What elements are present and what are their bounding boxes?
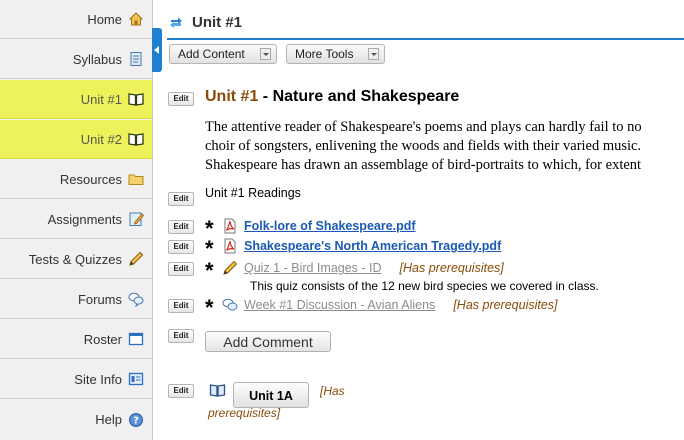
sidebar-item-label: Resources bbox=[59, 171, 122, 187]
sidebar-item-tests-quizzes[interactable]: Tests & Quizzes bbox=[0, 240, 152, 279]
unit-description: The attentive reader of Shakespeare's po… bbox=[205, 118, 684, 175]
chevron-down-icon bbox=[260, 48, 271, 60]
sidebar-item-label: Unit #1 bbox=[80, 91, 122, 107]
add-content-label: Add Content bbox=[178, 47, 245, 61]
sidebar-item-site-info[interactable]: Site Info bbox=[0, 360, 152, 399]
edit-item-button[interactable]: Edit bbox=[168, 262, 194, 276]
more-tools-label: More Tools bbox=[295, 47, 354, 61]
sidebar-item-help[interactable]: Help ? bbox=[0, 400, 152, 439]
list-item: * Week #1 Discussion - Avian Aliens [Has… bbox=[205, 295, 558, 320]
reorder-arrows-icon[interactable] bbox=[169, 15, 183, 29]
book-icon bbox=[209, 382, 226, 398]
sidebar-item-roster[interactable]: Roster bbox=[0, 320, 152, 359]
sidebar-item-resources[interactable]: Resources bbox=[0, 160, 152, 199]
edit-item-button[interactable]: Edit bbox=[168, 220, 194, 234]
roster-icon bbox=[128, 331, 144, 347]
item-link[interactable]: Shakespeare's North American Tragedy.pdf bbox=[244, 239, 501, 253]
required-star: * bbox=[205, 236, 214, 261]
chat-bubbles-icon bbox=[128, 291, 144, 308]
sidebar-item-label: Home bbox=[87, 11, 122, 27]
quiz-description: This quiz consists of the 12 new bird sp… bbox=[250, 279, 599, 293]
edit-item-button[interactable]: Edit bbox=[168, 299, 194, 313]
prerequisite-note: prerequisites] bbox=[208, 406, 281, 420]
unit-name: Nature and Shakespeare bbox=[272, 88, 460, 105]
prerequisite-note: [Has prerequisites] bbox=[399, 261, 504, 275]
site-info-icon bbox=[128, 371, 144, 387]
edit-title-button[interactable]: Edit bbox=[168, 92, 194, 106]
collapse-sidebar-toggle[interactable] bbox=[152, 28, 162, 72]
chevron-down-icon bbox=[368, 48, 379, 60]
folder-icon bbox=[128, 171, 144, 187]
edit-comments-button[interactable]: Edit bbox=[168, 329, 194, 343]
sidebar-item-unit-2[interactable]: Unit #2 bbox=[0, 120, 152, 159]
sidebar-item-label: Site Info bbox=[74, 371, 122, 387]
readings-heading: Unit #1 Readings bbox=[205, 186, 301, 200]
home-icon bbox=[128, 11, 144, 27]
description-line: The attentive reader of Shakespeare's po… bbox=[205, 119, 642, 135]
sidebar-item-forums[interactable]: Forums bbox=[0, 280, 152, 319]
sidebar-item-syllabus[interactable]: Syllabus bbox=[0, 40, 152, 79]
page-title: Unit #1 bbox=[192, 14, 243, 31]
sidebar-item-assignments[interactable]: Assignments bbox=[0, 200, 152, 239]
sidebar-item-label: Unit #2 bbox=[80, 131, 122, 147]
edit-item-button[interactable]: Edit bbox=[168, 240, 194, 254]
assignment-icon bbox=[128, 211, 145, 227]
edit-subpage-button[interactable]: Edit bbox=[168, 384, 194, 398]
pdf-icon bbox=[222, 238, 238, 254]
item-link[interactable]: Quiz 1 - Bird Images - ID bbox=[244, 261, 382, 275]
sidebar-item-label: Help bbox=[95, 412, 122, 427]
sidebar-item-label: Tests & Quizzes bbox=[28, 251, 122, 267]
list-item: * Folk-lore of Shakespeare.pdf bbox=[205, 217, 416, 240]
sidebar-item-home[interactable]: Home bbox=[0, 0, 152, 39]
pdf-icon bbox=[222, 218, 238, 234]
add-content-button[interactable]: Add Content bbox=[169, 44, 277, 64]
prerequisite-note: [Has bbox=[320, 384, 345, 398]
sidebar-item-label: Forums bbox=[77, 291, 122, 307]
pencil-icon bbox=[222, 260, 238, 276]
pencil-icon bbox=[128, 251, 144, 267]
list-item: * Quiz 1 - Bird Images - ID [Has prerequ… bbox=[205, 258, 504, 283]
add-comment-button[interactable]: Add Comment bbox=[205, 331, 331, 352]
sidebar-item-label: Roster bbox=[83, 331, 122, 347]
sidebar-item-label: Assignments bbox=[47, 211, 122, 227]
unit-title: Unit #1 - Nature and Shakespeare bbox=[205, 88, 459, 106]
book-icon bbox=[128, 91, 144, 107]
description-line: choir of songsters, enlivening the woods… bbox=[205, 138, 642, 154]
unit-title-separator: - bbox=[258, 88, 273, 105]
svg-text:?: ? bbox=[133, 415, 139, 426]
prerequisite-note: [Has prerequisites] bbox=[453, 298, 558, 312]
book-icon bbox=[128, 131, 144, 147]
unit-1a-button[interactable]: Unit 1A bbox=[233, 382, 309, 408]
required-star: * bbox=[205, 258, 214, 283]
sidebar-item-unit-1[interactable]: Unit #1 bbox=[0, 80, 152, 119]
item-link[interactable]: Folk-lore of Shakespeare.pdf bbox=[244, 219, 416, 233]
chat-bubbles-icon bbox=[222, 297, 238, 313]
page-header: Unit #1 bbox=[167, 8, 684, 40]
description-line: Shakespeare has drawn an assemblage of b… bbox=[205, 157, 642, 173]
more-tools-button[interactable]: More Tools bbox=[286, 44, 385, 64]
sidebar-item-label: Syllabus bbox=[72, 51, 122, 67]
tool-sidebar: Home Syllabus Unit #1 Unit #2 Resources … bbox=[0, 0, 153, 440]
syllabus-icon bbox=[128, 51, 144, 67]
unit-number: Unit #1 bbox=[205, 88, 259, 105]
item-link[interactable]: Week #1 Discussion - Avian Aliens bbox=[244, 298, 435, 312]
help-icon: ? bbox=[128, 412, 144, 428]
list-item: * Shakespeare's North American Tragedy.p… bbox=[205, 236, 501, 261]
edit-readings-button[interactable]: Edit bbox=[168, 192, 194, 206]
required-star: * bbox=[205, 295, 214, 320]
